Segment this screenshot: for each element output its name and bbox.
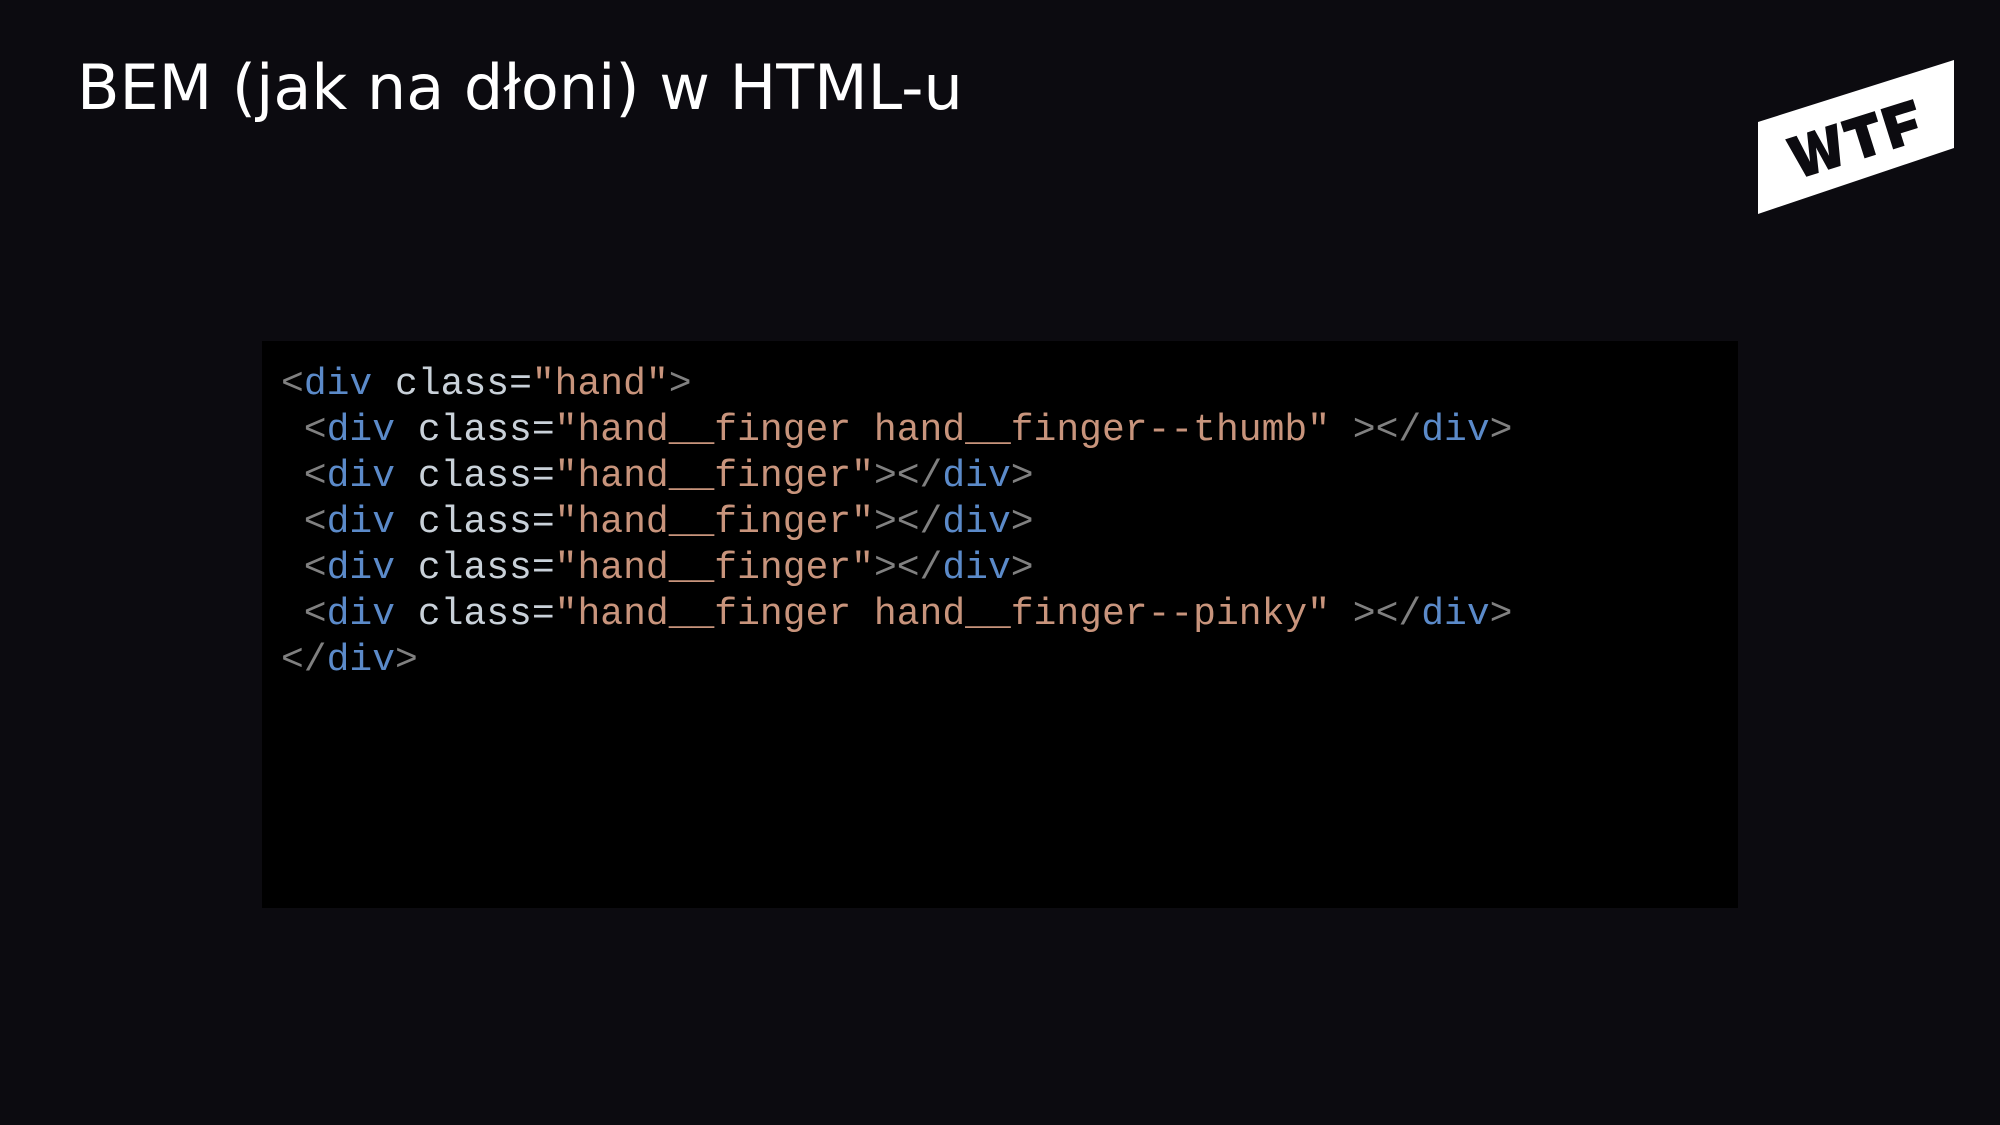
code-token-punct: < — [281, 501, 327, 544]
code-token-punct: > — [1010, 455, 1034, 498]
code-line: </div> — [281, 638, 1512, 684]
code-line: <div class="hand__finger"></div> — [281, 500, 1512, 546]
code-token-tag: div — [326, 593, 396, 636]
code-block: <div class="hand"> <div class="hand__fin… — [281, 362, 1512, 684]
code-token-attr: class= — [417, 547, 555, 590]
code-line: <div class="hand__finger"></div> — [281, 546, 1512, 592]
code-token-punct: < — [281, 409, 327, 452]
code-line: <div class="hand__finger hand__finger--t… — [281, 408, 1513, 454]
code-line: <div class="hand__finger"></div> — [281, 454, 1512, 500]
code-token-value: "hand__finger" — [554, 455, 874, 498]
code-token-value: "hand" — [531, 363, 669, 406]
code-token-tag: div — [326, 639, 396, 682]
code-token-punct: ></ — [873, 501, 943, 544]
code-token-punct — [395, 593, 418, 636]
code-token-attr: class= — [417, 501, 555, 544]
code-token-punct: > — [1489, 409, 1513, 452]
code-panel: <div class="hand"> <div class="hand__fin… — [262, 341, 1738, 908]
code-token-punct: </ — [281, 639, 327, 682]
code-token-punct — [395, 501, 418, 544]
code-token-tag: div — [303, 363, 373, 406]
code-line: <div class="hand__finger hand__finger--p… — [281, 592, 1513, 638]
code-token-punct: ></ — [873, 455, 943, 498]
code-token-punct: < — [281, 593, 327, 636]
code-token-tag: div — [326, 547, 396, 590]
code-token-punct — [395, 409, 418, 452]
code-token-punct: > — [1489, 593, 1513, 636]
code-token-attr: class= — [417, 593, 555, 636]
code-token-tag: div — [1421, 409, 1490, 452]
code-token-punct — [372, 363, 395, 406]
code-token-tag: div — [942, 455, 1011, 498]
code-token-punct: > — [668, 363, 692, 406]
code-token-punct: < — [281, 363, 304, 406]
code-token-punct: > — [395, 639, 418, 682]
code-token-tag: div — [326, 501, 396, 544]
code-token-tag: div — [942, 547, 1011, 590]
code-token-punct: < — [281, 547, 327, 590]
code-token-value: "hand__finger" — [554, 501, 874, 544]
code-token-tag: div — [942, 501, 1011, 544]
code-token-punct: > — [1010, 501, 1034, 544]
code-token-attr: class= — [417, 455, 555, 498]
code-token-punct: ></ — [873, 547, 943, 590]
code-line: <div class="hand"> — [281, 362, 1512, 408]
code-token-punct: ></ — [1330, 593, 1422, 636]
code-token-value: "hand__finger hand__finger--pinky" — [554, 593, 1330, 636]
code-token-attr: class= — [417, 409, 555, 452]
wtf-logo — [1758, 60, 1954, 214]
slide-title: BEM (jak na dłoni) w HTML-u — [77, 51, 963, 124]
code-token-tag: div — [326, 409, 396, 452]
code-token-punct: ></ — [1330, 409, 1422, 452]
code-token-punct — [395, 547, 418, 590]
code-token-value: "hand__finger" — [554, 547, 874, 590]
code-token-punct — [395, 455, 418, 498]
code-token-punct: > — [1010, 547, 1034, 590]
code-token-punct: < — [281, 455, 327, 498]
code-token-value: "hand__finger hand__finger--thumb" — [554, 409, 1330, 452]
code-token-tag: div — [326, 455, 396, 498]
code-token-tag: div — [1421, 593, 1490, 636]
code-token-attr: class= — [395, 363, 532, 406]
